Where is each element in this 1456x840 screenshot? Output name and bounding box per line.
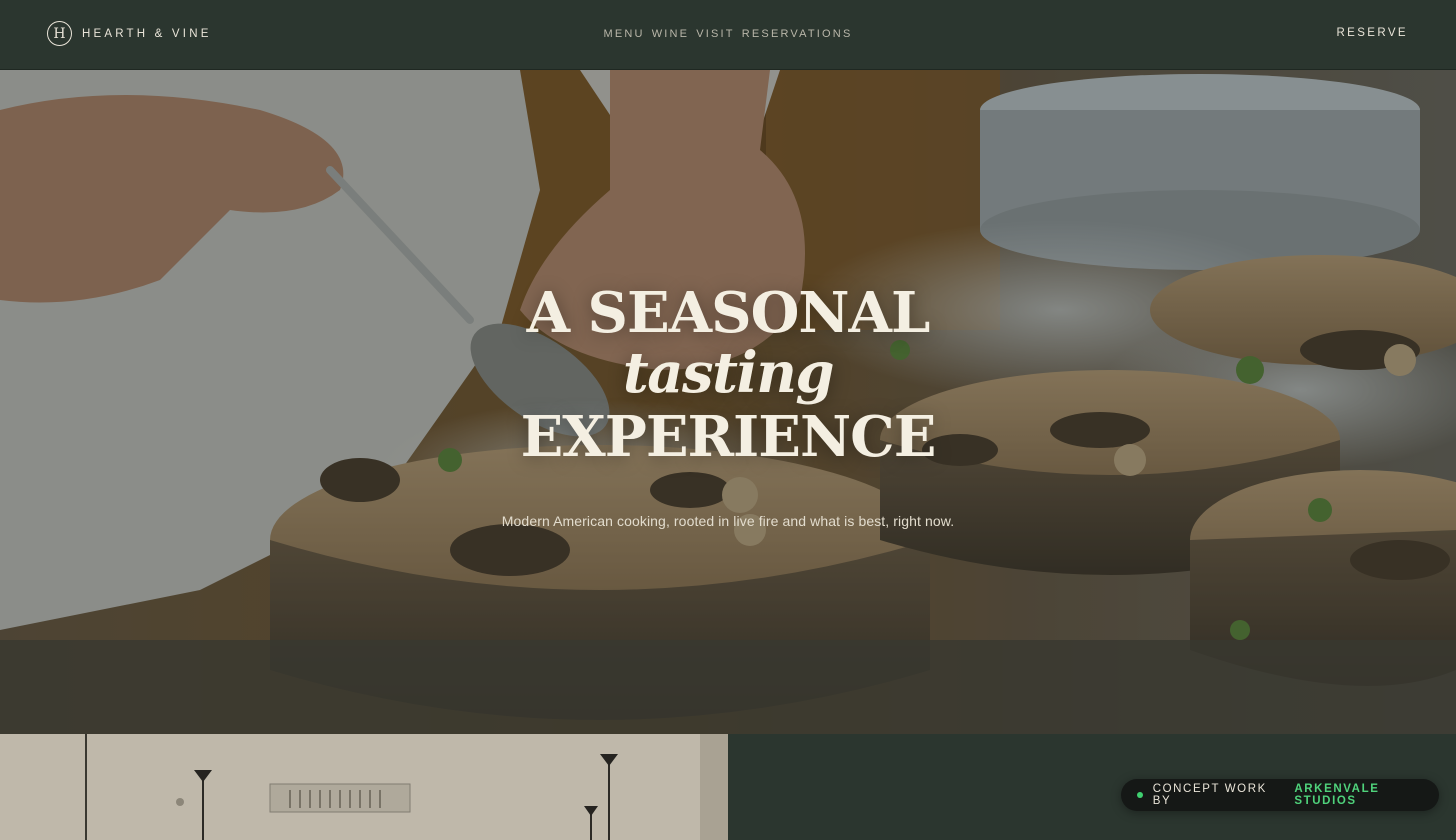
site-header: H HEARTH & VINE MENU WINE VISIT RESERVAT… <box>0 0 1456 70</box>
status-dot-icon <box>1137 792 1143 798</box>
brand-monogram-icon: H <box>47 21 72 46</box>
hero-section: A SEASONAL tasting EXPERIENCE Modern Ame… <box>0 70 1456 734</box>
brand-name: HEARTH & VINE <box>82 27 212 40</box>
nav-link-visit[interactable]: VISIT <box>696 28 735 40</box>
concept-credit-badge[interactable]: CONCEPT WORK BY ARKENVALE STUDIOS <box>1121 779 1439 811</box>
nav-link-wine[interactable]: WINE <box>652 28 690 40</box>
brand-logo-link[interactable]: H HEARTH & VINE <box>47 21 212 46</box>
credit-studio-name: ARKENVALE STUDIOS <box>1294 783 1380 807</box>
hero-subtitle: Modern American cooking, rooted in live … <box>501 513 955 529</box>
hero-title-line3: EXPERIENCE <box>520 404 937 470</box>
dining-room-photo <box>0 734 728 840</box>
credit-prefix: CONCEPT WORK BY <box>1152 783 1267 807</box>
reserve-link[interactable]: RESERVE <box>1336 27 1408 39</box>
hero-copy: A SEASONAL tasting EXPERIENCE Modern Ame… <box>0 70 1456 734</box>
hero-title-line1: A SEASONAL <box>526 280 931 346</box>
nav-link-menu[interactable]: MENU <box>603 28 644 40</box>
main-nav: MENU WINE VISIT RESERVATIONS <box>0 0 1456 68</box>
nav-links: MENU WINE VISIT RESERVATIONS <box>603 28 852 40</box>
nav-link-reservations[interactable]: RESERVATIONS <box>742 28 853 40</box>
hero-title-line2: tasting <box>622 340 835 406</box>
